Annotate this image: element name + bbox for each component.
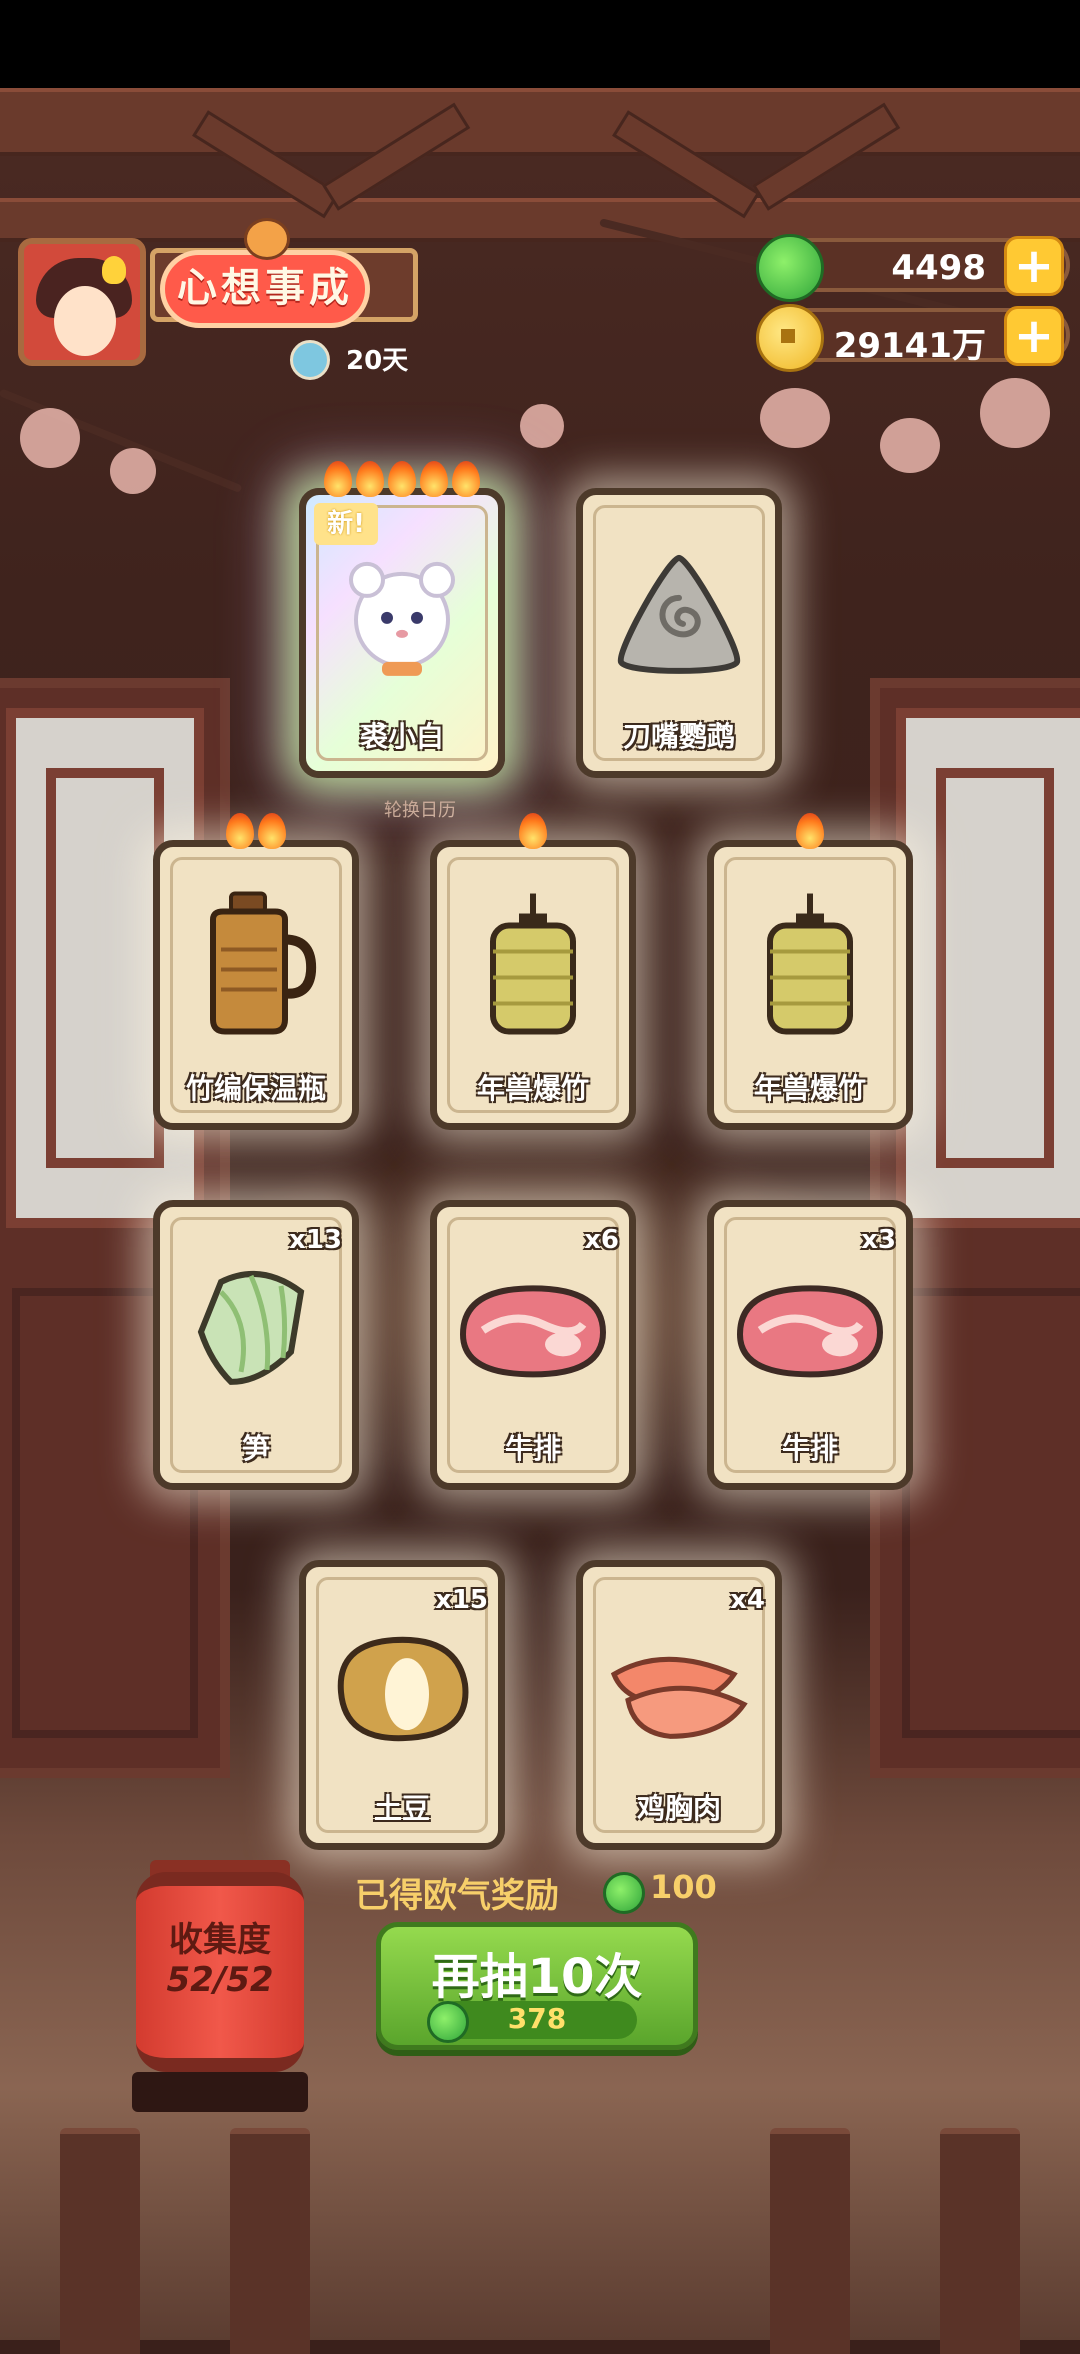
collection-lantern[interactable]: 收集度 52/52 bbox=[136, 1872, 304, 2072]
flame-icon bbox=[420, 461, 448, 497]
card-name: 牛排 bbox=[504, 1432, 561, 1465]
blossom bbox=[980, 378, 1050, 448]
blossom bbox=[880, 418, 940, 473]
blossom bbox=[760, 388, 830, 448]
rarity-flames bbox=[160, 813, 352, 853]
new-badge: 新! bbox=[314, 503, 378, 545]
lantern-stand bbox=[132, 2072, 308, 2112]
card-name: 土豆 bbox=[373, 1792, 430, 1825]
reward-card[interactable]: x6 牛排 bbox=[430, 1200, 636, 1490]
player-avatar[interactable] bbox=[18, 238, 146, 366]
reward-card[interactable]: 刀嘴鹦鹉 bbox=[576, 488, 782, 778]
roof-beam bbox=[0, 198, 1080, 242]
card-quantity: x3 bbox=[861, 1225, 896, 1255]
card-name: 刀嘴鹦鹉 bbox=[622, 720, 735, 753]
flame-icon bbox=[258, 813, 286, 849]
status-bar bbox=[0, 0, 1080, 88]
card-quantity: x15 bbox=[435, 1585, 488, 1615]
floor-post bbox=[230, 2128, 310, 2354]
floor-post bbox=[940, 2128, 1020, 2354]
flame-icon bbox=[796, 813, 824, 849]
card-name: 竹编保温瓶 bbox=[185, 1072, 326, 1105]
steak-icon bbox=[453, 1274, 613, 1388]
flame-icon bbox=[519, 813, 547, 849]
tiger-icon bbox=[244, 218, 290, 260]
chicken-breast-icon bbox=[604, 1634, 754, 1748]
reward-card[interactable]: 年兽爆竹 bbox=[430, 813, 636, 1130]
card-name: 裘小白 bbox=[359, 720, 444, 753]
jade-icon bbox=[603, 1872, 645, 1914]
bamboo-shoot-icon bbox=[191, 1262, 321, 1396]
potato-icon bbox=[327, 1628, 477, 1752]
card-name: 年兽爆竹 bbox=[476, 1072, 589, 1105]
add-jade-button[interactable]: + bbox=[1004, 236, 1064, 296]
card-quantity: x6 bbox=[584, 1225, 619, 1255]
firecracker-icon bbox=[750, 890, 870, 1044]
collection-count: 52/52 bbox=[166, 1960, 274, 2000]
reward-card[interactable]: x15 土豆 bbox=[299, 1560, 505, 1850]
coin-icon bbox=[756, 304, 824, 372]
rarity-flames bbox=[437, 813, 629, 853]
blossom bbox=[520, 404, 564, 448]
draw-again-label: 再抽10次 bbox=[431, 1949, 643, 2005]
card-name: 牛排 bbox=[781, 1432, 838, 1465]
add-coins-button[interactable]: + bbox=[1004, 306, 1064, 366]
stone-rune-icon bbox=[609, 550, 749, 684]
jade-amount: 4498 bbox=[891, 248, 986, 288]
flame-icon bbox=[324, 461, 352, 497]
reward-card[interactable]: x4 鸡胸肉 bbox=[576, 1560, 782, 1850]
jade-icon bbox=[756, 234, 824, 302]
floor-post bbox=[60, 2128, 140, 2354]
card-quantity: x13 bbox=[289, 1225, 342, 1255]
reward-card[interactable]: 年兽爆竹 bbox=[707, 813, 913, 1130]
bonus-label: 已得欧气奖励 bbox=[355, 1876, 559, 1916]
white-cat-icon bbox=[337, 550, 467, 684]
card-name: 鸡胸肉 bbox=[636, 1792, 721, 1825]
card-name: 年兽爆竹 bbox=[753, 1072, 866, 1105]
bonus-amount: 100 bbox=[650, 1868, 717, 1906]
draw-again-button[interactable]: 再抽10次 378 bbox=[376, 1922, 698, 2050]
rarity-flames bbox=[306, 461, 498, 501]
card-name: 笋 bbox=[241, 1432, 270, 1465]
reward-card[interactable]: x13 笋 bbox=[153, 1200, 359, 1490]
flame-icon bbox=[452, 461, 480, 497]
collection-title: 收集度 bbox=[169, 1920, 271, 1960]
reward-card[interactable]: 新! 裘小白 bbox=[299, 461, 505, 778]
roof-beam bbox=[0, 88, 1080, 156]
steak-icon bbox=[730, 1274, 890, 1388]
reward-card[interactable]: x3 牛排 bbox=[707, 1200, 913, 1490]
jade-currency-bar: 4498 + bbox=[756, 234, 1070, 302]
draw-cost: 378 bbox=[427, 2001, 637, 2043]
flame-icon bbox=[226, 813, 254, 849]
firecracker-icon bbox=[473, 890, 593, 1044]
title-badge[interactable]: 心想事成 bbox=[160, 250, 370, 328]
days-remaining: 20天 bbox=[346, 346, 409, 376]
blossom bbox=[110, 448, 156, 494]
reward-card[interactable]: 竹编保温瓶 bbox=[153, 813, 359, 1130]
coin-currency-bar: 29141万 + bbox=[756, 304, 1070, 372]
rarity-flames bbox=[714, 813, 906, 853]
draw-cost-amount: 378 bbox=[507, 2002, 567, 2035]
flame-icon bbox=[388, 461, 416, 497]
globe-icon bbox=[290, 340, 330, 380]
coin-amount: 29141万 bbox=[833, 326, 986, 366]
card-quantity: x4 bbox=[730, 1585, 765, 1615]
flame-icon bbox=[356, 461, 384, 497]
thermos-icon bbox=[191, 890, 321, 1044]
blossom bbox=[20, 408, 80, 468]
floor-post bbox=[770, 2128, 850, 2354]
